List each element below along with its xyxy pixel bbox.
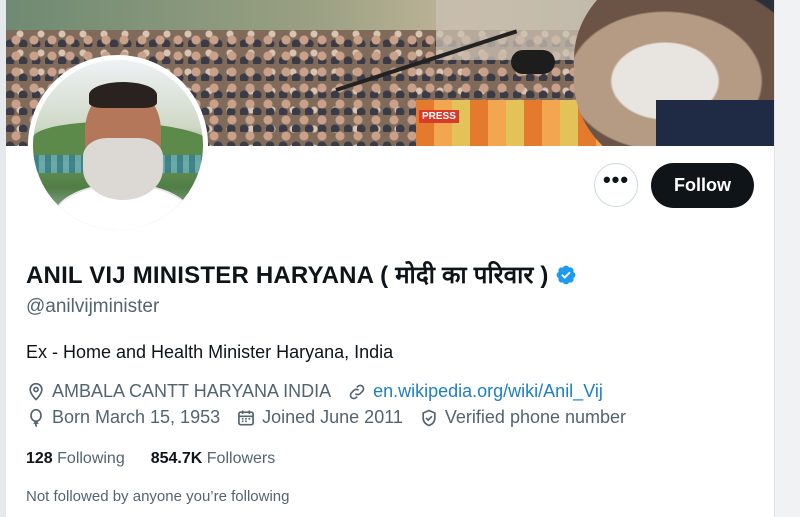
profile-name-row: ANIL VIJ MINISTER HARYANA ( मोदी का परिव… xyxy=(26,258,577,291)
profile-joined: Joined June 2011 xyxy=(236,407,403,428)
website-link[interactable]: en.wikipedia.org/wiki/Anil_Vij xyxy=(373,381,603,402)
profile-bio: Ex - Home and Health Minister Haryana, I… xyxy=(26,342,394,362)
follow-button[interactable]: Follow xyxy=(651,163,754,208)
profile-location: AMBALA CANTT HARYANA INDIA xyxy=(26,381,331,402)
birthdate-text: Born March 15, 1953 xyxy=(52,407,221,427)
avatar-beard xyxy=(83,138,163,200)
followed-by-note: Not followed by anyone you’re following xyxy=(26,488,290,505)
followers-label: Followers xyxy=(206,450,276,467)
following-stat[interactable]: 128 Following xyxy=(26,450,125,468)
profile-birthdate: Born March 15, 1953 xyxy=(26,407,220,428)
location-text: AMBALA CANTT HARYANA INDIA xyxy=(52,381,332,401)
profile-avatar[interactable] xyxy=(28,55,208,235)
banner-speaker-shirt xyxy=(656,100,774,146)
profile-display-name: ANIL VIJ MINISTER HARYANA ( मोदी का परिव… xyxy=(26,262,549,289)
window-right-edge xyxy=(774,0,800,517)
followers-count: 854.7K xyxy=(150,450,207,467)
following-count: 128 xyxy=(26,450,58,467)
profile-verified-phone[interactable]: Verified phone number xyxy=(419,407,626,428)
profile-website[interactable]: en.wikipedia.org/wiki/Anil_Vij xyxy=(347,381,603,402)
joined-text: Joined June 2011 xyxy=(262,407,403,427)
location-pin-icon xyxy=(29,382,43,401)
profile-meta-row-1: AMBALA CANTT HARYANA INDIA en.wikipedia.… xyxy=(26,381,619,402)
calendar-icon xyxy=(238,410,255,425)
verified-phone-text: Verified phone number xyxy=(444,407,627,427)
verified-badge-icon[interactable] xyxy=(555,264,577,286)
shield-check-icon xyxy=(422,409,436,426)
profile-meta-row-2: Born March 15, 1953 Joined June 2011 Ver… xyxy=(26,407,642,428)
avatar-hair xyxy=(89,82,157,108)
followers-stat[interactable]: 854.7K Followers xyxy=(151,450,276,468)
profile-handle: @anilvijminister xyxy=(26,296,160,317)
banner-microphone xyxy=(511,50,555,74)
balloon-icon xyxy=(30,408,42,427)
link-icon xyxy=(349,384,365,399)
profile-stats: 128 Following 854.7K Followers xyxy=(26,450,301,468)
more-dots-icon: ••• xyxy=(602,167,630,192)
following-label: Following xyxy=(57,450,125,467)
banner-press-sign: PRESS xyxy=(419,110,459,123)
more-options-button[interactable]: ••• xyxy=(594,163,638,207)
